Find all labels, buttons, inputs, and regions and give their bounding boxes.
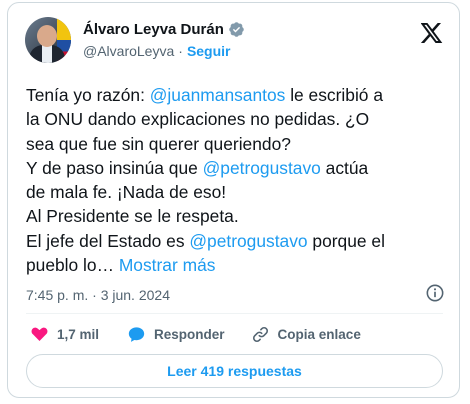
tweet-text-segment: pueblo lo…	[26, 255, 119, 276]
author-handle-row: @AlvaroLeyva · Seguir	[83, 43, 231, 59]
link-icon	[252, 326, 268, 342]
action-bar: 1,7 mil Responder Copia enlace	[30, 323, 361, 345]
avatar-shirt	[42, 45, 52, 63]
tweet-card: Álvaro Leyva Durán @AlvaroLeyva · Seguir…	[7, 2, 460, 398]
tweet-line: Y de paso insinúa que @petrogustavo actú…	[26, 156, 446, 180]
read-replies-label: Leer 419 respuestas	[167, 363, 302, 379]
tweet-line: de mala fe. ¡Nada de eso!	[26, 180, 446, 204]
author-handle[interactable]: @AlvaroLeyva	[83, 43, 174, 59]
tweet-text-segment: Al Presidente se le respeta.	[26, 206, 239, 227]
tweet-line: El jefe del Estado es @petrogustavo porq…	[26, 229, 446, 253]
tweet-text: Tenía yo razón: @juanmansantos le escrib…	[26, 83, 446, 277]
tweet-line: sea que fue sin querer queriendo?	[26, 132, 446, 156]
tweet-text-segment: de mala fe. ¡Nada de eso!	[26, 182, 227, 203]
tweet-text-segment: El jefe del Estado es	[26, 230, 190, 251]
author-name[interactable]: Álvaro Leyva Durán	[83, 21, 224, 38]
tweet-line: la ONU dando explicaciones no pedidas. ¿…	[26, 107, 446, 131]
mention-link[interactable]: @juanmansantos	[150, 85, 286, 105]
tweet-line: Al Presidente se le respeta.	[26, 204, 446, 228]
avatar[interactable]	[25, 17, 71, 63]
like-button[interactable]: 1,7 mil	[30, 325, 99, 344]
x-logo-icon[interactable]	[421, 23, 443, 43]
handle-separator: ·	[178, 43, 183, 59]
like-count: 1,7 mil	[57, 326, 100, 342]
copy-link-button[interactable]: Copia enlace	[251, 325, 361, 344]
tweet-text-segment: le escribió a	[285, 85, 383, 105]
mention-link[interactable]: @petrogustavo	[203, 158, 321, 178]
speech-bubble-icon	[128, 326, 145, 342]
heart-icon	[31, 327, 48, 341]
reply-button[interactable]: Responder	[127, 325, 225, 344]
tweet-text-segment: porque el	[307, 230, 385, 251]
copy-link-label: Copia enlace	[277, 326, 361, 342]
verified-badge-icon	[229, 22, 244, 37]
info-icon[interactable]	[425, 283, 445, 303]
mention-link[interactable]: @petrogustavo	[189, 231, 307, 251]
avatar-face	[37, 25, 57, 47]
show-more-link[interactable]: Mostrar más	[119, 255, 216, 275]
tweet-text-segment: la ONU dando explicaciones no pedidas. ¿…	[26, 109, 370, 130]
tweet-timestamp[interactable]: 7:45 p. m. · 3 jun. 2024	[26, 287, 170, 303]
tweet-line: pueblo lo… Mostrar más	[26, 253, 446, 277]
divider	[26, 313, 443, 314]
tweet-text-segment: sea que fue sin querer queriendo?	[26, 133, 291, 154]
reply-label: Responder	[154, 326, 225, 342]
tweet-text-segment: Y de paso insinúa que	[26, 157, 203, 178]
read-replies-button[interactable]: Leer 419 respuestas	[26, 354, 443, 388]
author-name-row: Álvaro Leyva Durán	[83, 21, 245, 38]
tweet-line: Tenía yo razón: @juanmansantos le escrib…	[26, 83, 446, 107]
follow-button[interactable]: Seguir	[187, 43, 231, 59]
tweet-text-segment: Tenía yo razón:	[26, 85, 150, 105]
tweet-text-segment: actúa	[320, 157, 369, 178]
